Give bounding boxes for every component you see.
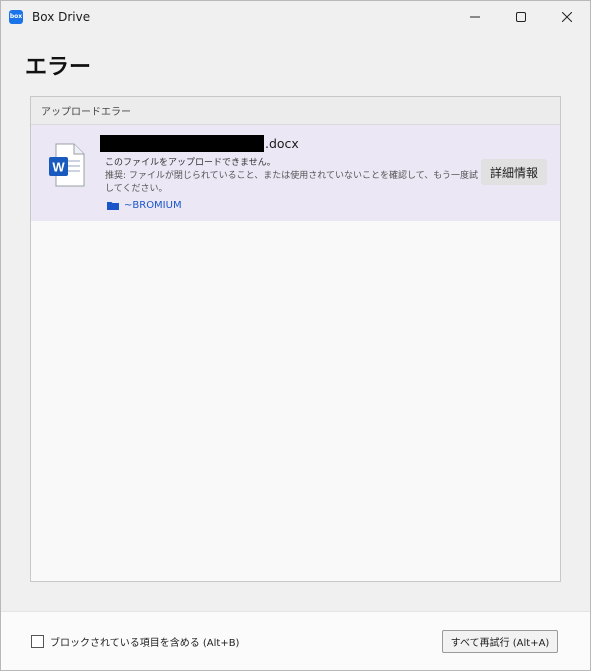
box-logo-icon: box — [9, 9, 23, 24]
minimize-button[interactable] — [452, 1, 498, 32]
file-extension: .docx — [265, 135, 299, 151]
svg-text:W: W — [52, 160, 65, 175]
maximize-icon — [516, 11, 526, 22]
word-file-icon: W — [49, 143, 85, 187]
footer-bar: ブロックされている項目を含める (Alt+B) すべて再試行 (Alt+A) — [1, 611, 590, 670]
close-icon — [562, 11, 572, 22]
folder-name[interactable]: ~BROMIUM — [124, 200, 182, 211]
window-title: Box Drive — [32, 9, 91, 24]
panel-header: アップロードエラー — [31, 97, 560, 125]
error-message: このファイルをアップロードできません。 — [105, 158, 276, 168]
upload-errors-panel: アップロードエラー W .docx このファイルをアップロードできません。 推奨… — [30, 96, 561, 582]
retry-all-button[interactable]: すべて再試行 (Alt+A) — [442, 630, 558, 653]
checkbox-label[interactable]: ブロックされている項目を含める (Alt+B) — [50, 634, 239, 649]
file-name: .docx — [100, 134, 299, 152]
error-hint: 推奨: ファイルが閉じられていること、または使用されていないことを確認して、もう… — [105, 171, 479, 194]
folder-icon — [107, 202, 119, 210]
redacted-file-name — [100, 134, 264, 152]
window-controls — [452, 1, 590, 32]
page-title: エラー — [25, 55, 92, 80]
maximize-button[interactable] — [498, 1, 544, 32]
minimize-icon — [470, 16, 480, 17]
checkbox-box[interactable] — [31, 635, 44, 648]
box-drive-window: box Box Drive エラー アップロードエラー W .docx このファ… — [0, 0, 591, 671]
details-button[interactable]: 詳細情報 — [481, 159, 547, 185]
title-bar[interactable]: box Box Drive — [1, 1, 590, 32]
error-list-item[interactable]: W .docx このファイルをアップロードできません。 推奨: ファイルが閉じら… — [31, 125, 560, 221]
folder-link[interactable]: ~BROMIUM — [107, 200, 182, 211]
include-blocked-checkbox[interactable]: ブロックされている項目を含める (Alt+B) — [31, 634, 239, 649]
close-button[interactable] — [544, 1, 590, 32]
